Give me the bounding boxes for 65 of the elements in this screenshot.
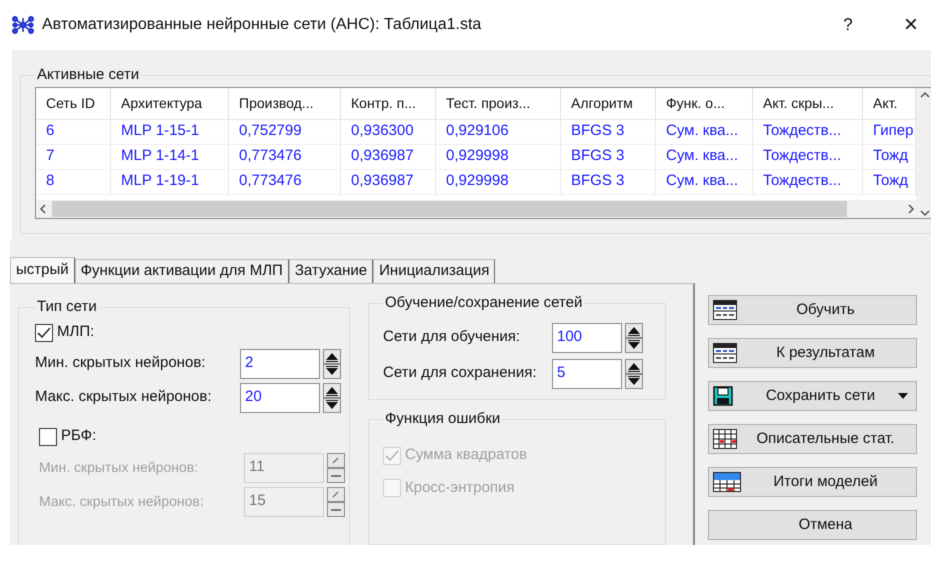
table-cell: 0,752799 [229,120,341,144]
window-title: Автоматизированные нейронные сети (АНС): Таблица1.sta [42,15,482,35]
table-cell: 0,773476 [229,170,341,194]
number-field[interactable]: 2 [240,348,320,378]
table-cell: MLP 1-15-1 [111,120,229,144]
close-button[interactable]: × [901,13,921,37]
column-header[interactable]: Архитектура [111,88,229,118]
table-cell: 7 [36,144,111,168]
action-button[interactable]: Итоги моделей [708,467,917,497]
table-cell: MLP 1-14-1 [111,144,229,168]
tab[interactable]: Функции активации для МЛП [74,259,289,283]
table-cell: BFGS 3 [561,144,656,168]
group-title: Активные сети [36,65,140,85]
help-button[interactable]: ? [833,12,863,38]
field-label: Сети для обучения: [383,327,520,348]
table-cell: 0,936987 [341,170,436,194]
field-label: Сети для сохранения: [383,363,536,384]
checkbox-label: МЛП: [57,322,94,342]
field-label: Макс. скрытых нейронов: [35,387,212,408]
table-cell: Тождеств... [753,120,863,144]
table-cell: Тождеств... [753,170,863,194]
table-cell: Сум. ква... [656,120,753,144]
checkbox-label: РБФ: [61,426,96,446]
field-label: Макс. скрытых нейронов: [39,492,204,511]
tab[interactable]: Затухание [288,259,374,283]
column-header[interactable]: Сеть ID [36,88,111,118]
group-title: Функция ошибки [384,408,502,429]
action-button[interactable]: Сохранить сети [708,381,917,411]
action-button[interactable]: К результатам [708,338,917,368]
table-cell: BFGS 3 [561,120,656,144]
table-cell: Сум. ква... [656,144,753,168]
table-cell: Сум. ква... [656,170,753,194]
column-header[interactable]: Алгоритм [561,88,656,118]
field-label: Мин. скрытых нейронов: [35,353,206,374]
action-button[interactable]: Обучить [708,295,917,325]
column-header[interactable]: Тест. произ... [436,88,561,118]
tab[interactable]: Инициализация [373,259,496,283]
table-cell: Тождеств... [753,144,863,168]
table-cell: 0,773476 [229,144,341,168]
number-field[interactable]: 100 [552,322,622,352]
checkbox-label: Кросс-энтропия [405,478,515,498]
number-field[interactable]: 5 [552,358,622,388]
number-field[interactable]: 20 [240,382,320,412]
tab[interactable]: ыстрый [10,257,75,283]
number-field[interactable]: 11 [244,452,324,482]
column-header[interactable]: Акт. скры... [753,88,863,118]
column-header[interactable]: Контр. п... [341,88,436,118]
table-cell: BFGS 3 [561,170,656,194]
table-cell: 0,929106 [436,120,561,144]
table-cell: MLP 1-19-1 [111,170,229,194]
table-cell: 0,936300 [341,120,436,144]
number-field[interactable]: 15 [244,486,324,516]
table-cell: 0,929998 [436,144,561,168]
group-title: Тип сети [36,297,98,317]
field-label: Мин. скрытых нейронов: [39,458,198,477]
table-cell: 0,929998 [436,170,561,194]
checkbox-label: Сумма квадратов [405,445,528,466]
group-title: Обучение/сохранение сетей [384,293,584,313]
column-header[interactable]: Функ. о... [656,88,753,118]
table-cell: 0,936987 [341,144,436,168]
table-cell: 6 [36,120,111,144]
action-button[interactable]: Отмена [708,510,917,540]
action-button[interactable]: Описательные стат. [708,424,917,454]
table-cell: 8 [36,170,111,194]
column-header[interactable]: Производ... [229,88,341,118]
